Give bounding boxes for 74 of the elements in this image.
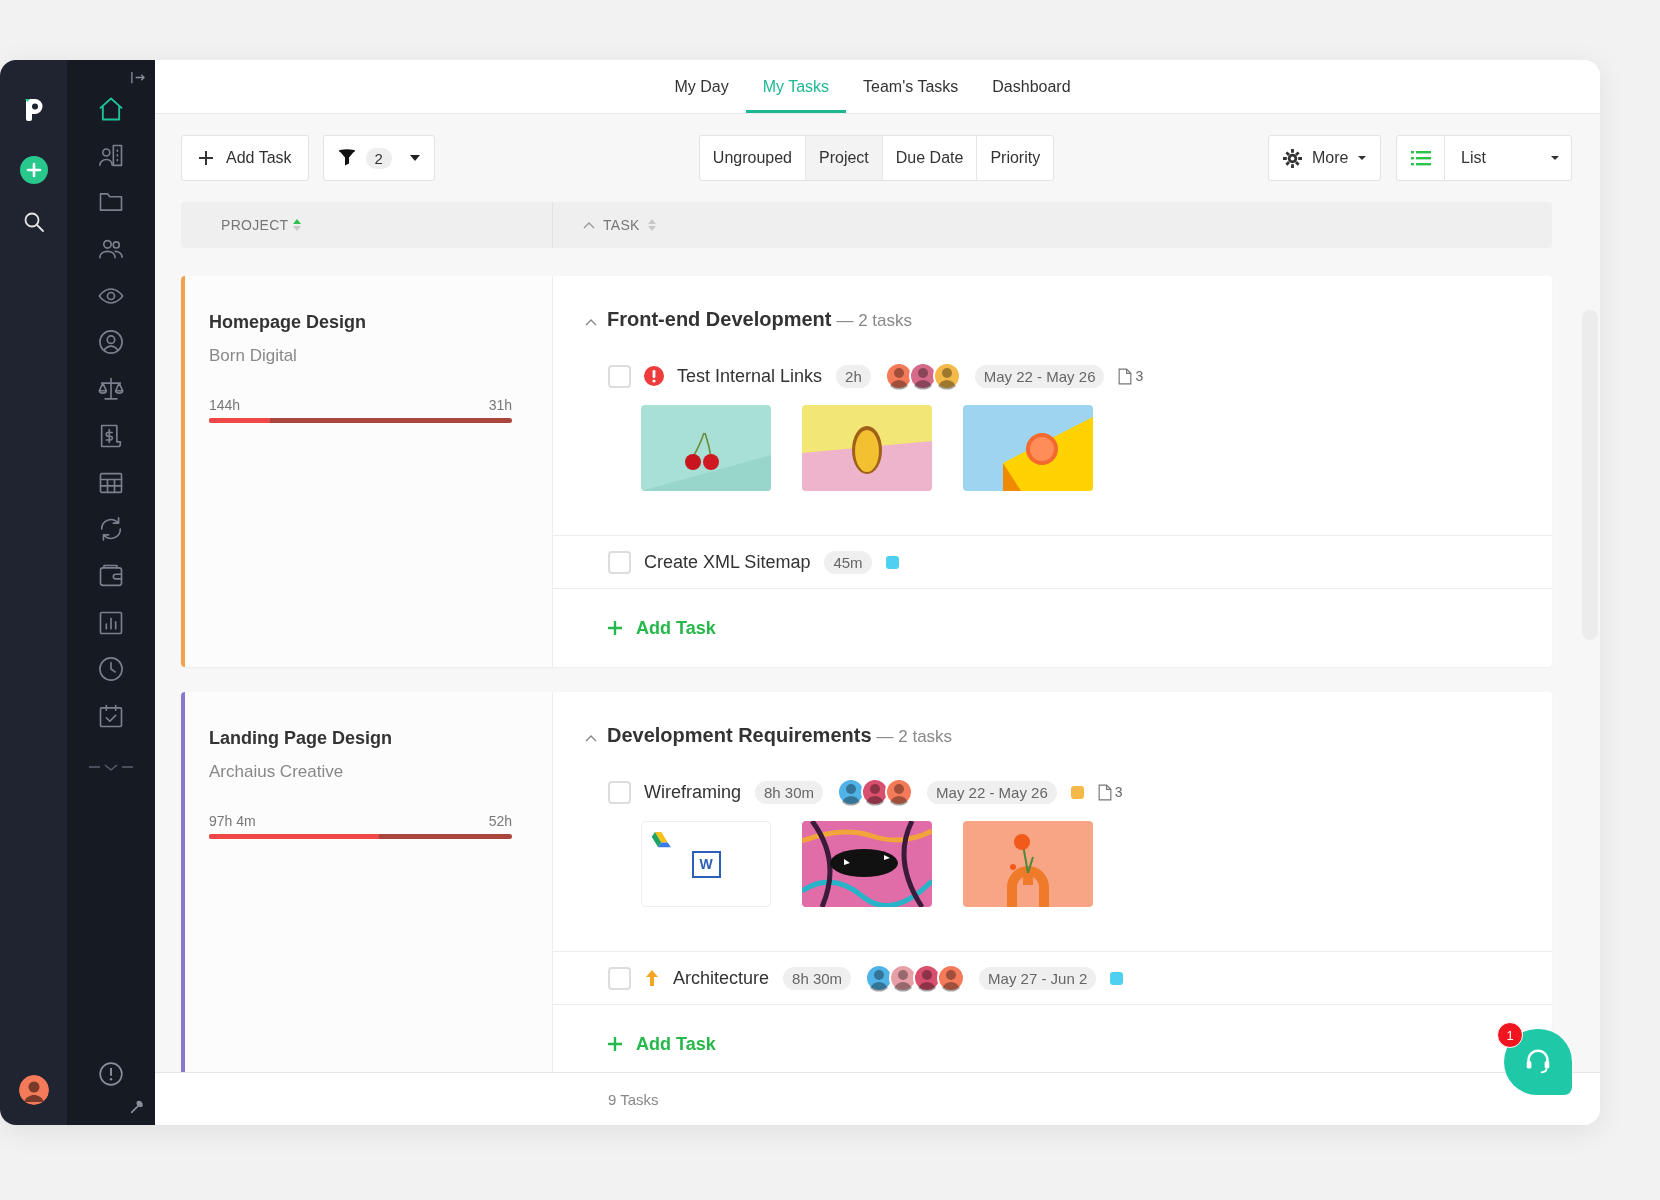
chevron-up-icon[interactable]: [585, 734, 597, 742]
project-name[interactable]: Homepage Design: [209, 310, 512, 334]
date-range[interactable]: May 22 - May 26: [927, 780, 1057, 804]
task-name[interactable]: Create XML Sitemap: [644, 551, 811, 573]
checkbox[interactable]: [608, 550, 631, 574]
task-name[interactable]: Test Internal Links: [677, 365, 823, 387]
group-option[interactable]: Project: [805, 136, 882, 180]
home-icon[interactable]: [97, 95, 125, 123]
avatar[interactable]: [18, 1075, 49, 1105]
chevron-up-icon[interactable]: [585, 318, 597, 326]
checkbox[interactable]: [608, 364, 631, 388]
caret-icon: [1358, 156, 1367, 160]
hours-remaining: 52h: [488, 812, 512, 830]
client-name: Archaius Creative: [209, 761, 345, 783]
tab[interactable]: My Day: [657, 63, 746, 113]
task-total: 9 Tasks: [608, 1090, 659, 1108]
hours-spent: 97h 4m: [209, 812, 256, 830]
group-option[interactable]: Priority: [976, 136, 1054, 180]
collapse-icon[interactable]: [130, 70, 145, 85]
date-range[interactable]: May 27 - Jun 2: [979, 966, 1097, 990]
clock-icon[interactable]: [97, 655, 125, 684]
checkbox[interactable]: [608, 780, 631, 804]
plus-icon: [607, 620, 623, 636]
caret-icon: [409, 155, 420, 161]
column-header[interactable]: TASK: [603, 217, 640, 233]
wrench-icon[interactable]: [129, 1099, 145, 1115]
task-name[interactable]: Wireframing: [644, 781, 741, 803]
filter-button[interactable]: 2: [322, 135, 435, 181]
group-title[interactable]: Development Requirements: [607, 724, 872, 747]
checkbox[interactable]: [608, 966, 631, 990]
task-count: — 2 tasks: [876, 727, 953, 747]
alert-icon[interactable]: [644, 366, 664, 386]
file-count: 3: [1135, 368, 1144, 384]
file-icon[interactable]: [1097, 783, 1112, 801]
add-icon[interactable]: [19, 156, 48, 184]
document-thumbnail[interactable]: W: [641, 821, 771, 907]
chevron-up-icon[interactable]: [583, 221, 595, 229]
user-icon[interactable]: [97, 328, 125, 357]
avatar[interactable]: [932, 362, 961, 390]
avatar[interactable]: [885, 778, 914, 806]
duration-label: 8h 30m: [755, 780, 824, 804]
filter-count: 2: [365, 147, 392, 169]
avatar[interactable]: [908, 362, 937, 390]
avatar[interactable]: [937, 964, 966, 992]
duration-label: 45m: [824, 550, 872, 574]
hours-spent: 144h: [209, 396, 241, 414]
duration-label: 2h: [836, 364, 871, 388]
file-count: 3: [1114, 784, 1123, 800]
group-option[interactable]: Due Date: [881, 136, 977, 180]
date-range[interactable]: May 22 - May 26: [974, 364, 1105, 388]
caret-icon: [1551, 156, 1559, 160]
group-option[interactable]: Ungrouped: [699, 136, 805, 180]
column-header[interactable]: PROJECT: [221, 217, 289, 233]
hours-remaining: 31h: [488, 396, 512, 414]
more-button[interactable]: More: [1268, 135, 1381, 181]
group-title[interactable]: Front-end Development: [607, 308, 832, 331]
list-icon: [1410, 150, 1431, 166]
plus-icon: [198, 150, 214, 166]
project-name[interactable]: Landing Page Design: [209, 726, 512, 750]
tab[interactable]: Dashboard: [975, 63, 1088, 113]
tab[interactable]: Team's Tasks: [846, 63, 976, 113]
client-name: Born Digital: [209, 345, 298, 367]
file-icon[interactable]: [1118, 367, 1133, 385]
task-count: — 2 tasks: [836, 311, 913, 331]
add-task-button[interactable]: Add Task: [181, 135, 309, 181]
drive-icon: [650, 832, 671, 848]
filter-icon: [337, 149, 356, 167]
duration-label: 8h 30m: [783, 966, 852, 990]
info-icon[interactable]: [98, 1061, 124, 1087]
task-name[interactable]: Architecture: [673, 967, 770, 989]
avatar[interactable]: [884, 362, 913, 390]
settings-icon: [1283, 148, 1302, 168]
plus-icon: [607, 1036, 623, 1052]
document-icon: W: [691, 850, 721, 878]
